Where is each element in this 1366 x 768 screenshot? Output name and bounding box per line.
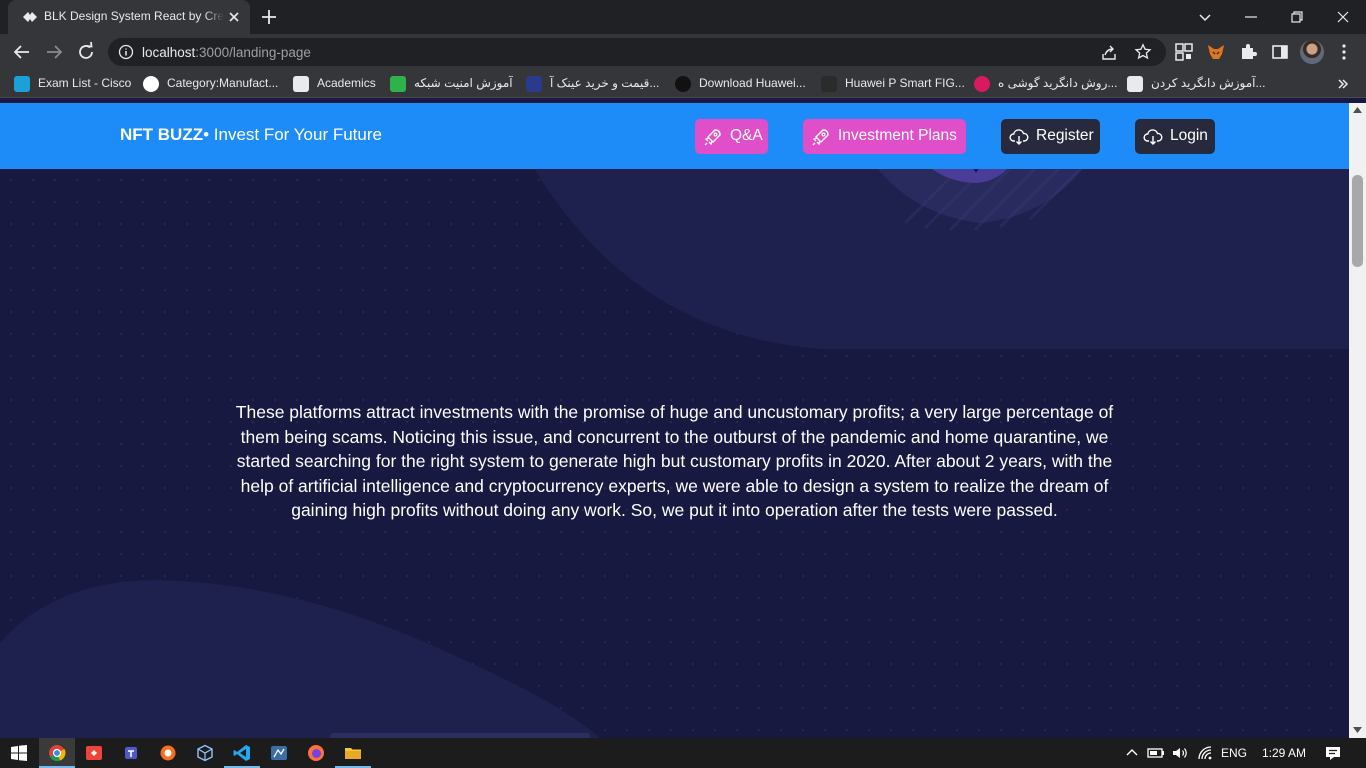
bookmark-downgrade-tutorial[interactable]: آموزش دانگرید کردن... <box>1151 76 1265 92</box>
scroll-up-arrow-icon[interactable] <box>1353 107 1362 113</box>
site-info-icon[interactable] <box>118 44 134 60</box>
anydesk-icon[interactable] <box>85 744 103 762</box>
wikipedia-icon <box>143 76 159 92</box>
bookmark-category[interactable]: Category:Manufact... <box>167 76 278 92</box>
register-button[interactable]: Register <box>1001 119 1100 154</box>
back-arrow-icon[interactable] <box>10 40 34 64</box>
red-site-icon <box>974 76 990 92</box>
virtualbox-icon[interactable] <box>196 744 214 762</box>
scrollbar-thumb[interactable] <box>1352 175 1363 267</box>
wifi-icon[interactable] <box>1197 745 1215 761</box>
tab-title: BLK Design System React by Creative Tim <box>44 9 224 23</box>
notifications-icon[interactable] <box>1324 744 1342 762</box>
rocket-icon <box>812 129 829 146</box>
reload-icon[interactable] <box>74 40 98 64</box>
close-tab-icon[interactable] <box>226 9 242 25</box>
windows-start-icon[interactable] <box>10 744 28 762</box>
cloud-download-icon <box>1009 129 1029 145</box>
clock-time[interactable]: 1:29 AM <box>1262 746 1306 760</box>
matlab-style-icon[interactable] <box>270 744 288 762</box>
windows-taskbar: ENG 1:29 AM <box>0 738 1366 768</box>
phone-site-icon <box>821 76 837 92</box>
bookmarks-bar: Exam List - Cisco Category:Manufact... A… <box>0 70 1366 98</box>
qa-button[interactable]: Q&A <box>695 119 768 154</box>
restore-icon[interactable] <box>1285 5 1309 29</box>
recorder-icon[interactable] <box>159 744 177 762</box>
qa-button-label: Q&A <box>730 127 763 144</box>
url-path: :3000/landing-page <box>195 45 311 60</box>
qr-extension-icon[interactable] <box>1174 42 1194 62</box>
bookmark-huawei-psmart[interactable]: Huawei P Smart FIG... <box>845 76 965 92</box>
tab-search-icon[interactable] <box>1193 5 1217 29</box>
top-navbar: NFT BUZZ• Invest For Your Future Q&A Inv… <box>0 103 1349 169</box>
file-explorer-icon[interactable] <box>344 744 362 762</box>
input-language[interactable]: ENG <box>1221 746 1247 760</box>
url-text: localhost:3000/landing-page <box>142 45 311 60</box>
glasses-site-icon <box>526 76 542 92</box>
minimize-icon[interactable] <box>1239 5 1263 29</box>
login-button[interactable]: Login <box>1135 119 1215 154</box>
android-site-icon <box>1127 76 1143 92</box>
firefox-icon[interactable] <box>307 744 325 762</box>
browser-tab-strip: BLK Design System React by Creative Tim <box>0 0 1366 34</box>
huawei-icon <box>675 76 691 92</box>
brand-logo[interactable]: NFT BUZZ• Invest For Your Future <box>120 125 382 145</box>
rocket-icon <box>704 129 721 146</box>
battery-icon[interactable] <box>1147 745 1165 761</box>
close-window-icon[interactable] <box>1331 5 1355 29</box>
volume-icon[interactable] <box>1171 745 1189 761</box>
chrome-menu-icon[interactable] <box>1334 42 1354 62</box>
show-hidden-icons-chevron-icon[interactable] <box>1124 745 1140 761</box>
blk-logo-icon <box>23 12 37 22</box>
academics-icon <box>293 76 309 92</box>
register-button-label: Register <box>1036 127 1094 144</box>
bookmark-glasses[interactable]: قیمت و خرید عینک آ... <box>550 76 659 92</box>
address-bar[interactable]: localhost:3000/landing-page <box>108 38 1166 66</box>
metamask-fox-icon[interactable] <box>1206 42 1226 62</box>
bookmark-exam-list[interactable]: Exam List - Cisco <box>38 76 131 92</box>
bookmark-academics[interactable]: Academics <box>317 76 376 92</box>
vscode-icon[interactable] <box>233 744 251 762</box>
profile-avatar[interactable] <box>1300 40 1324 64</box>
bookmark-downgrade-phone[interactable]: روش دانگرید گوشی ه... <box>998 76 1117 92</box>
brand-name: NFT BUZZ <box>120 125 204 144</box>
green-site-icon <box>390 76 406 92</box>
side-panel-icon[interactable] <box>1270 42 1290 62</box>
cisco-icon <box>14 76 30 92</box>
investment-plans-button[interactable]: Investment Plans <box>803 119 966 154</box>
more-bookmarks-icon[interactable] <box>1336 77 1350 91</box>
teams-icon[interactable] <box>122 744 140 762</box>
browser-tab[interactable]: BLK Design System React by Creative Tim <box>8 0 250 34</box>
cloud-download-icon <box>1143 129 1163 145</box>
new-tab-icon[interactable] <box>258 6 280 28</box>
bookmark-star-icon[interactable] <box>1134 43 1152 61</box>
bookmark-network-security[interactable]: آموزش امنیت شبکه <box>414 76 513 92</box>
share-icon[interactable] <box>1100 44 1118 62</box>
brand-tagline: • Invest For Your Future <box>203 125 382 144</box>
intro-paragraph: These platforms attract investments with… <box>235 402 1114 521</box>
scroll-down-arrow-icon[interactable] <box>1353 727 1362 733</box>
page-scrollbar[interactable] <box>1349 103 1366 738</box>
url-host: localhost <box>142 45 196 60</box>
browser-toolbar: localhost:3000/landing-page <box>0 34 1366 70</box>
extensions-puzzle-icon[interactable] <box>1238 42 1258 62</box>
login-button-label: Login <box>1170 127 1208 144</box>
forward-arrow-icon[interactable] <box>42 40 66 64</box>
bookmark-download-huawei[interactable]: Download Huawei... <box>699 76 806 92</box>
landing-page: NFT BUZZ• Invest For Your Future Q&A Inv… <box>0 103 1349 738</box>
investment-plans-label: Investment Plans <box>838 127 957 144</box>
chrome-icon[interactable] <box>48 744 66 762</box>
